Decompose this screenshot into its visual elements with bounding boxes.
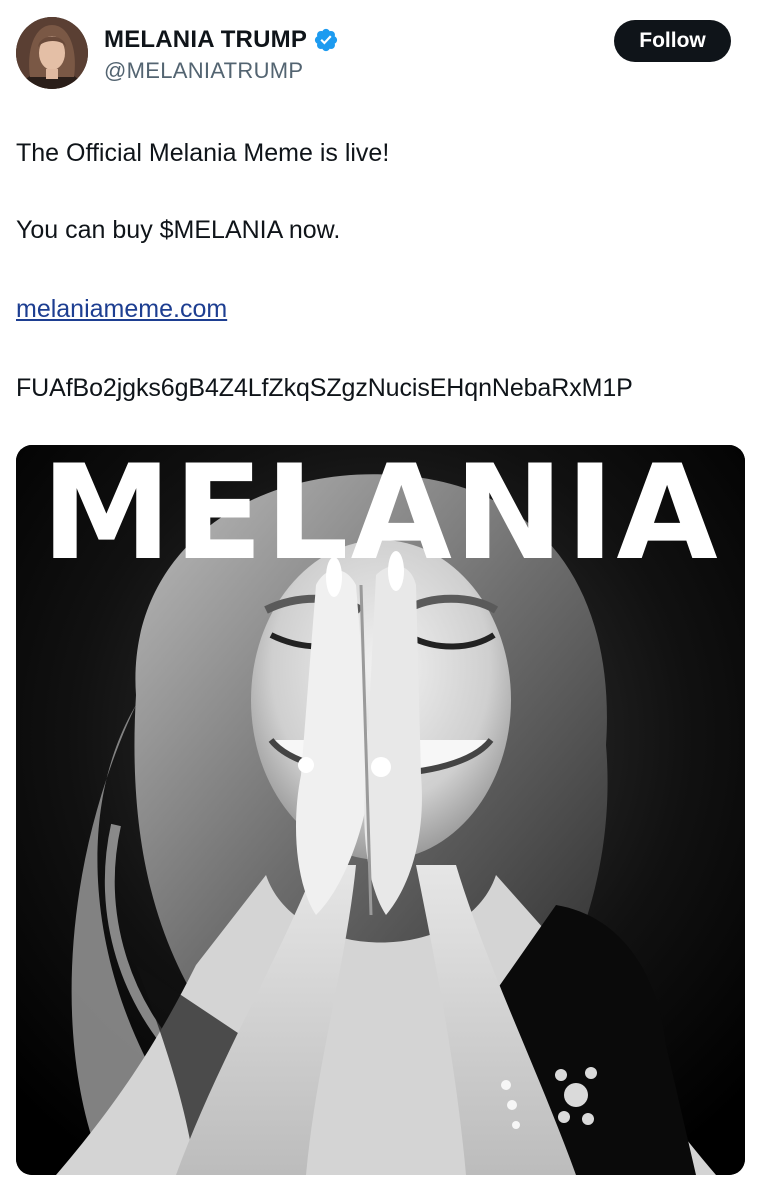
- follow-button[interactable]: Follow: [614, 20, 731, 62]
- author-name-row: MELANIA TRUMP: [104, 26, 339, 54]
- tweet-contract-address: FUAfBo2jgks6gB4Z4LfZkqSZgzNucisEHqnNebaR…: [16, 374, 633, 402]
- media-title-text: MELANIA: [41, 445, 720, 589]
- tweet-link[interactable]: melaniameme.com: [16, 294, 227, 324]
- tweet-card: MELANIA TRUMP @MELANIATRUMP Follow The O…: [0, 0, 761, 1200]
- verified-badge-icon: [313, 27, 339, 53]
- tweet-media-image[interactable]: MELANIA: [16, 445, 745, 1175]
- tweet-text-line: The Official Melania Meme is live!: [16, 139, 390, 167]
- tweet-text-line: You can buy $MELANIA now.: [16, 216, 341, 244]
- avatar[interactable]: [16, 17, 88, 89]
- avatar-portrait: [16, 17, 88, 89]
- author-display-name[interactable]: MELANIA TRUMP: [104, 26, 307, 54]
- author-handle[interactable]: @MELANIATRUMP: [104, 58, 303, 84]
